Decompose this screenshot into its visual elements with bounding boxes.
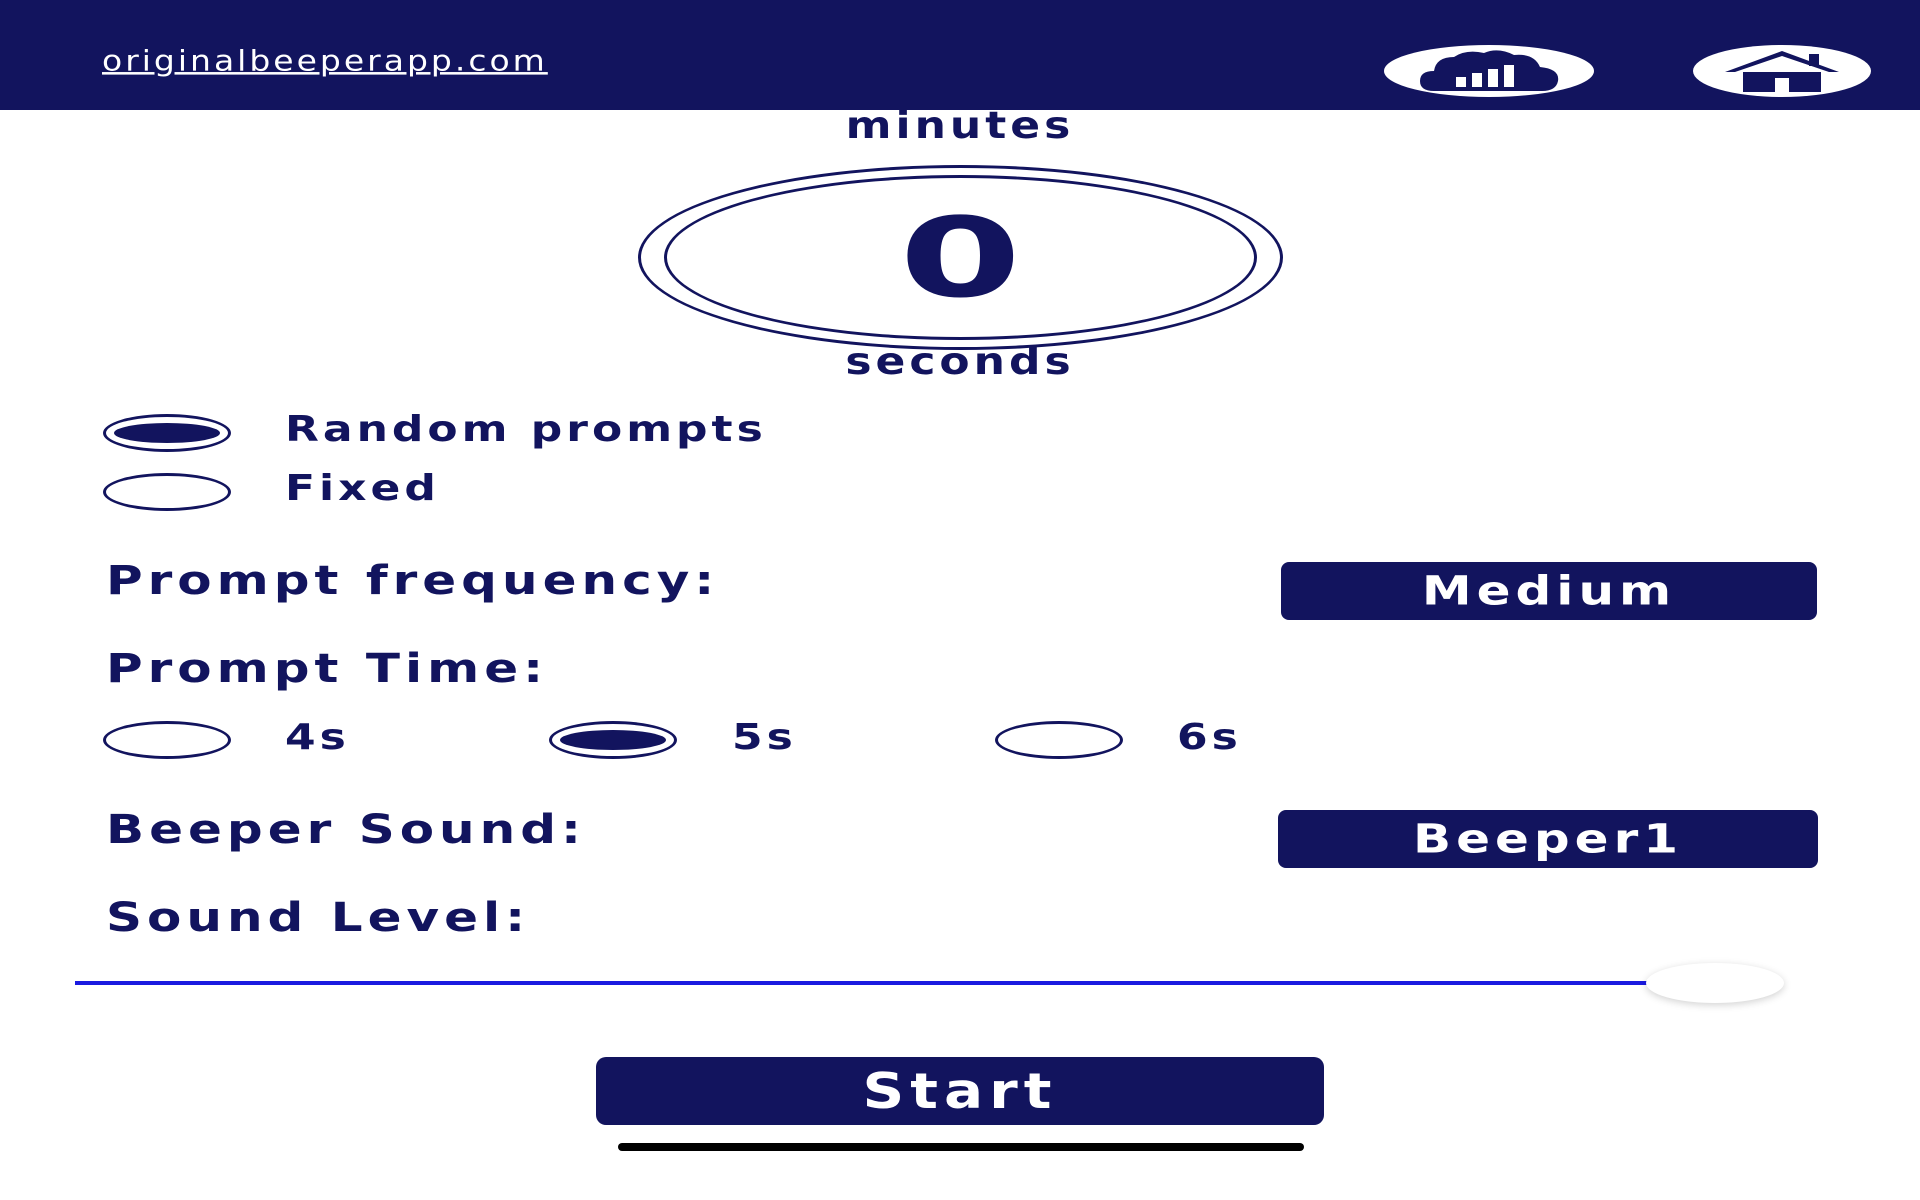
seconds-label: seconds [845, 339, 1075, 384]
random-prompts-radio[interactable] [103, 414, 231, 452]
cloud-bar-chart-icon [1420, 50, 1559, 91]
sound-level-slider-thumb[interactable] [1646, 963, 1784, 1003]
timer-display: 0 [664, 175, 1257, 340]
prompt-frequency-select[interactable]: Medium [1281, 562, 1817, 620]
app-header: originalbeeperapp.com [0, 0, 1920, 110]
beeper-sound-value: Beeper1 [1412, 815, 1684, 863]
prompt-time-5s-radio[interactable] [549, 721, 677, 759]
home-indicator [618, 1143, 1304, 1151]
fixed-label: Fixed [285, 468, 440, 509]
start-button-label: Start [862, 1062, 1058, 1120]
prompt-time-6s-radio[interactable] [995, 721, 1123, 759]
prompt-time-4s-label: 4s [285, 717, 350, 758]
prompt-time-label: Prompt Time: [106, 645, 549, 692]
prompt-frequency-label: Prompt frequency: [106, 557, 720, 604]
timer-value: 0 [899, 193, 1022, 322]
prompt-frequency-value: Medium [1421, 567, 1677, 615]
home-button[interactable] [1693, 45, 1871, 97]
prompt-time-4s-radio[interactable] [103, 721, 231, 759]
prompt-time-5s-label: 5s [732, 717, 797, 758]
beeper-sound-select[interactable]: Beeper1 [1278, 810, 1818, 868]
sound-level-slider-track[interactable] [75, 981, 1715, 985]
beeper-sound-label: Beeper Sound: [106, 806, 587, 853]
minutes-label: minutes [845, 103, 1075, 148]
sound-level-label: Sound Level: [106, 894, 531, 941]
random-prompts-label: Random prompts [285, 409, 767, 450]
stats-button[interactable] [1384, 45, 1594, 97]
fixed-radio[interactable] [103, 473, 231, 511]
prompt-time-6s-label: 6s [1177, 717, 1242, 758]
home-icon [1725, 51, 1839, 92]
start-button[interactable]: Start [596, 1057, 1324, 1125]
site-link[interactable]: originalbeeperapp.com [102, 44, 548, 77]
